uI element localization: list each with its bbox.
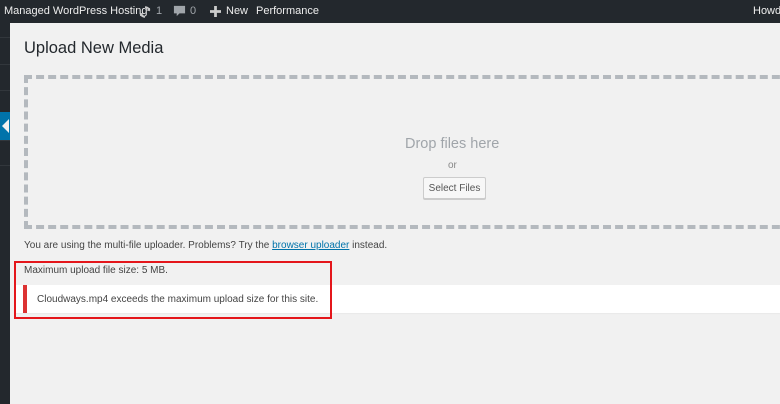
- drop-instructions: Drop files here: [405, 136, 500, 152]
- menu-separator: [0, 165, 10, 166]
- comments-icon[interactable]: [172, 0, 186, 23]
- comments-count[interactable]: 0: [190, 0, 196, 23]
- drag-drop-area[interactable]: Drop files here or Select Files: [24, 75, 780, 229]
- menu-separator: [0, 37, 10, 38]
- site-name-link[interactable]: Managed WordPress Hosting: [4, 0, 147, 23]
- uploader-info-suffix: instead.: [349, 240, 388, 251]
- page-title: Upload New Media: [24, 39, 164, 57]
- browser-uploader-link[interactable]: browser uploader: [272, 240, 349, 251]
- updates-icon[interactable]: [137, 0, 153, 23]
- uploader-info: You are using the multi-file uploader. P…: [24, 240, 387, 251]
- admin-bar: Managed WordPress Hosting 1 0 New Perfor…: [0, 0, 780, 23]
- uploader-info-prefix: You are using the multi-file uploader. P…: [24, 240, 273, 251]
- admin-menu: [0, 23, 10, 404]
- performance-link[interactable]: Performance: [256, 0, 319, 23]
- new-content-link[interactable]: New: [226, 0, 248, 23]
- menu-separator: [0, 64, 10, 65]
- drop-or-label: or: [448, 160, 457, 171]
- plus-icon[interactable]: [208, 0, 222, 23]
- highlight-annotation: [14, 261, 332, 319]
- howdy-account-link[interactable]: Howdy: [753, 0, 780, 23]
- current-menu-arrow-icon: [2, 119, 9, 133]
- updates-count[interactable]: 1: [156, 0, 162, 23]
- select-files-button[interactable]: Select Files: [423, 177, 486, 199]
- menu-separator: [0, 140, 10, 141]
- menu-separator: [0, 90, 10, 91]
